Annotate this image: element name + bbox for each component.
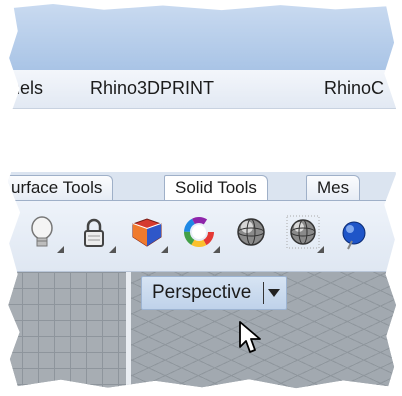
material-box-icon (132, 218, 162, 247)
lightbulb-icon (31, 216, 53, 247)
mouse-cursor-icon (239, 321, 261, 353)
viewport-title-button[interactable]: Perspective (141, 276, 288, 310)
tab-surface-tools-label: urface Tools (11, 178, 103, 197)
flyout-indicator (213, 246, 220, 253)
flyout-indicator (317, 246, 324, 253)
tab-solid-tools-label: Solid Tools (175, 178, 257, 197)
tab-mesh-tools-label: Mes (317, 178, 350, 197)
tab-surface-tools[interactable]: urface Tools (7, 175, 114, 200)
viewport-title-separator (263, 282, 265, 304)
menu-bar: nels Rhino3DPRINT RhinoC (7, 70, 397, 109)
viewport-title: Perspective (152, 282, 252, 303)
viewport-area: Perspective (7, 272, 397, 389)
menu-item-rhino3dprint[interactable]: Rhino3DPRINT (90, 78, 214, 99)
flyout-indicator (161, 246, 168, 253)
menu-item-panels[interactable]: nels (10, 78, 43, 99)
grid-sphere-icon (286, 215, 320, 249)
lightbulb-tool-button[interactable] (24, 213, 64, 257)
toolbar (7, 201, 397, 272)
color-wheel-icon (184, 217, 214, 247)
toolbar-tab-strip: urface Tools Solid Tools Mes (7, 172, 397, 201)
title-bar (7, 4, 397, 70)
shaded-tool-button[interactable] (232, 213, 272, 257)
flyout-indicator (109, 246, 116, 253)
shaded-sphere-icon (237, 218, 265, 246)
menu-item-rhinocam[interactable]: RhinoC (324, 78, 384, 99)
flyout-indicator (57, 246, 64, 253)
lock-tool-button[interactable] (76, 213, 116, 257)
command-area[interactable] (7, 109, 397, 173)
perspective-viewport[interactable]: Perspective (131, 272, 397, 389)
blue-sphere-icon (342, 221, 366, 250)
dropdown-arrow-icon[interactable] (268, 289, 281, 297)
color-tool-button[interactable] (180, 213, 220, 257)
lock-icon (84, 218, 104, 247)
material-tool-button[interactable] (128, 213, 168, 257)
side-viewport[interactable] (7, 272, 126, 389)
render-tool-button[interactable] (284, 213, 324, 257)
rhino-window-fragment: nels Rhino3DPRINT RhinoC urface Tools So… (7, 4, 397, 389)
tab-solid-tools[interactable]: Solid Tools (164, 175, 268, 200)
tab-mesh-tools[interactable]: Mes (306, 175, 361, 200)
environment-tool-button[interactable] (336, 213, 366, 257)
